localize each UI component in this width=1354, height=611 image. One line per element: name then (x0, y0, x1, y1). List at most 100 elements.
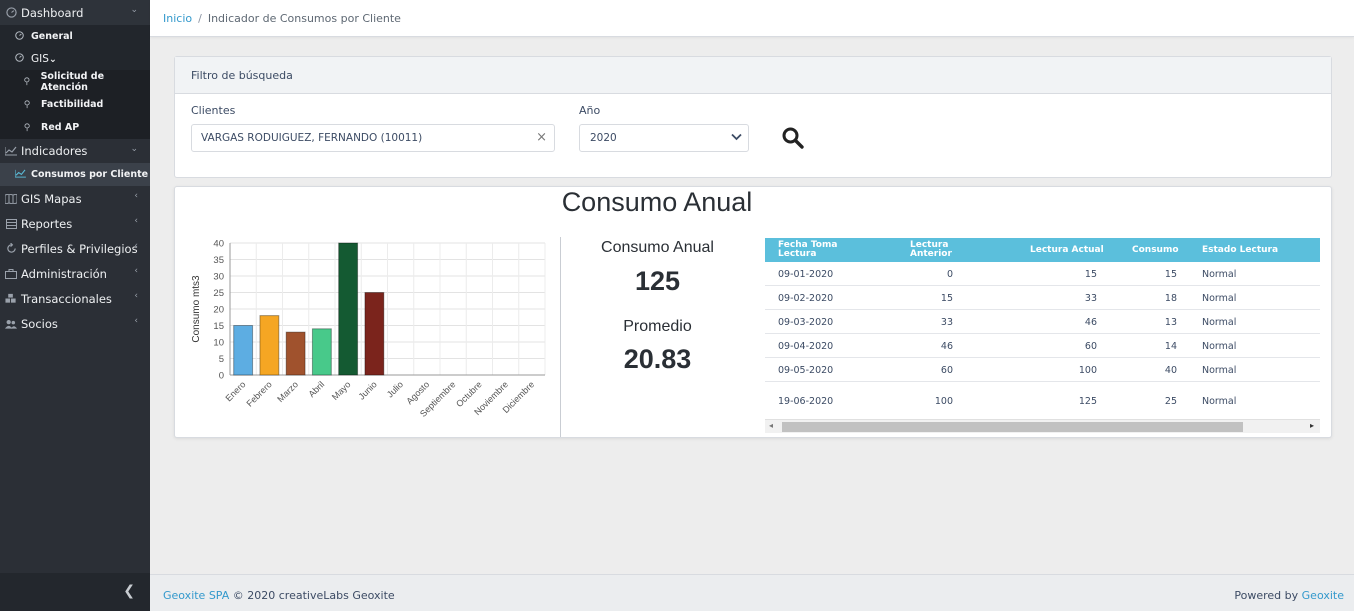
table-cell: 15 (1164, 269, 1177, 280)
table-cell: 100 (934, 396, 953, 407)
sidebar-item-factibilidad[interactable]: ⚲ Factibilidad (0, 93, 150, 116)
powered-by-text: Powered by (1234, 589, 1299, 602)
sidebar-item-label: Administración (21, 266, 107, 281)
table-cell: 60 (1084, 341, 1097, 352)
sidebar-item-indicadores[interactable]: Indicadores ⌄ (0, 139, 150, 163)
gauge-icon (14, 30, 24, 43)
table-row: 09-01-2020 0 15 15 Normal (765, 262, 1320, 286)
sidebar-item-dashboard[interactable]: Dashboard ⌄ (0, 0, 150, 25)
sidebar-item-label: Solicitud de Atención (40, 70, 105, 93)
sidebar-item-label: Red AP (41, 122, 80, 133)
consumption-bar-chart: 0 5 10 15 20 25 30 35 40 EneroFebrero Marzo Abril Ma… (191, 239, 546, 419)
sidebar-item-label: GIS (31, 53, 49, 65)
y-tick-label: 25 (213, 288, 224, 299)
gauge-icon (5, 7, 17, 19)
scrollbar-thumb[interactable] (782, 422, 1243, 432)
sidebar-item-reportes[interactable]: Reportes ‹ (0, 211, 150, 236)
table-cell: Normal (1202, 365, 1237, 376)
table-cell: 60 (940, 365, 953, 376)
sidebar-item-general[interactable]: General (0, 25, 150, 48)
column-header: Lectura Anterior (910, 240, 952, 259)
powered-by-link[interactable]: Geoxite (1302, 589, 1344, 602)
table-cell: 14 (1164, 341, 1177, 352)
column-header: Fecha Toma Lectura (778, 240, 838, 259)
year-select[interactable]: 2020 (579, 124, 749, 152)
gauge-icon (14, 53, 24, 65)
client-select[interactable]: VARGAS RODUIGUEZ, FERNANDO (10011) × (191, 124, 555, 152)
y-tick-label: 20 (213, 305, 224, 316)
sidebar-item-transaccionales[interactable]: Transaccionales ‹ (0, 286, 150, 311)
breadcrumb-separator: / (198, 12, 202, 25)
sidebar-item-label: Transaccionales (21, 291, 112, 306)
table-cell: 46 (940, 341, 953, 352)
chevron-down-icon: ⌄ (130, 5, 138, 15)
table-cell: 09-05-2020 (778, 365, 834, 376)
sidebar-item-label: General (31, 31, 73, 42)
breadcrumb-current: Indicador de Consumos por Cliente (207, 12, 401, 25)
table-cell: Normal (1202, 293, 1237, 304)
table-cell: 15 (940, 293, 953, 304)
sidebar-item-red-ap[interactable]: ⚲ Red AP (0, 116, 150, 139)
map-icon (5, 193, 17, 205)
table-cell: Normal (1202, 317, 1237, 328)
bar-marzo (285, 331, 306, 376)
sidebar-item-consumos-por-cliente[interactable]: Consumos por Cliente (0, 163, 150, 186)
breadcrumb-home-link[interactable]: Inicio (163, 12, 192, 25)
sidebar-item-solicitud[interactable]: ⚲ Solicitud de Atención (0, 70, 150, 93)
table-cell: 33 (1084, 293, 1097, 304)
consumption-card: Consumo Anual 0 5 10 15 20 25 30 35 40 Enero Febre… (174, 186, 1332, 438)
map-pin-icon: ⚲ (23, 99, 31, 110)
bar-enero (233, 325, 254, 376)
table-row: 19-06-2020 100 125 25 Normal (765, 382, 1320, 422)
table-cell: 09-03-2020 (778, 317, 834, 328)
table-cell: 09-04-2020 (778, 341, 834, 352)
table-cell: 15 (1084, 269, 1097, 280)
sidebar-item-gis[interactable]: GIS ⌄ (0, 48, 150, 70)
table-cell: 09-01-2020 (778, 269, 834, 280)
chevron-left-icon: ‹ (134, 241, 138, 251)
y-tick-label: 40 (213, 239, 224, 250)
table-cell: 25 (1164, 396, 1177, 407)
table-cell: 125 (1078, 396, 1097, 407)
sidebar-item-socios[interactable]: Socios ‹ (0, 311, 150, 336)
sidebar-minimizer[interactable]: ❮ (0, 573, 150, 611)
header: Inicio / Indicador de Consumos por Cliente (150, 0, 1354, 37)
horizontal-scrollbar[interactable]: ◂ ▸ (765, 419, 1320, 433)
table-row: 09-05-2020 60 100 40 Normal (765, 358, 1320, 382)
breadcrumb: Inicio / Indicador de Consumos por Cliente (163, 12, 401, 25)
search-icon (782, 127, 804, 149)
card-title: Consumo Anual (561, 187, 753, 217)
list-icon (5, 218, 17, 230)
x-tick-label: Mayo (330, 379, 353, 402)
company-link[interactable]: Geoxite SPA (163, 589, 229, 602)
x-tick-label: Enero (223, 379, 247, 403)
sidebar-item-perfiles[interactable]: Perfiles & Privilegios ‹ (0, 236, 150, 261)
scroll-right-icon[interactable]: ▸ (1310, 421, 1314, 430)
table-cell: 40 (1164, 365, 1177, 376)
sidebar-item-administracion[interactable]: Administración ‹ (0, 261, 150, 286)
map-pin-icon: ⚲ (23, 122, 31, 133)
sidebar-item-label: Socios (21, 316, 58, 331)
chevron-left-icon: ‹ (134, 316, 138, 326)
chevron-down-icon: ⌄ (48, 53, 57, 65)
y-tick-label: 0 (219, 371, 224, 382)
y-axis-label: Consumo mts3 (191, 275, 202, 343)
scroll-left-icon[interactable]: ◂ (769, 421, 773, 430)
table-cell: Normal (1202, 269, 1237, 280)
clear-icon[interactable]: × (536, 130, 547, 145)
average-label: Promedio (623, 318, 692, 335)
sidebar-item-label: Perfiles & Privilegios (21, 241, 138, 256)
sidebar-item-label: Reportes (21, 216, 73, 231)
users-icon (5, 318, 17, 330)
sidebar-item-gis-mapas[interactable]: GIS Mapas ‹ (0, 186, 150, 211)
sidebar-item-label: Factibilidad (41, 99, 104, 110)
table-cell: 0 (946, 269, 953, 280)
table-cell: 100 (1078, 365, 1097, 376)
x-tick-label: Abril (306, 379, 326, 399)
line-chart-icon (14, 169, 26, 181)
chevron-left-icon: ‹ (134, 191, 138, 201)
sidebar-item-label: Indicadores (21, 144, 88, 158)
chevron-left-icon: ‹ (134, 216, 138, 226)
search-button[interactable] (781, 126, 807, 152)
year-label: Año (579, 104, 601, 117)
